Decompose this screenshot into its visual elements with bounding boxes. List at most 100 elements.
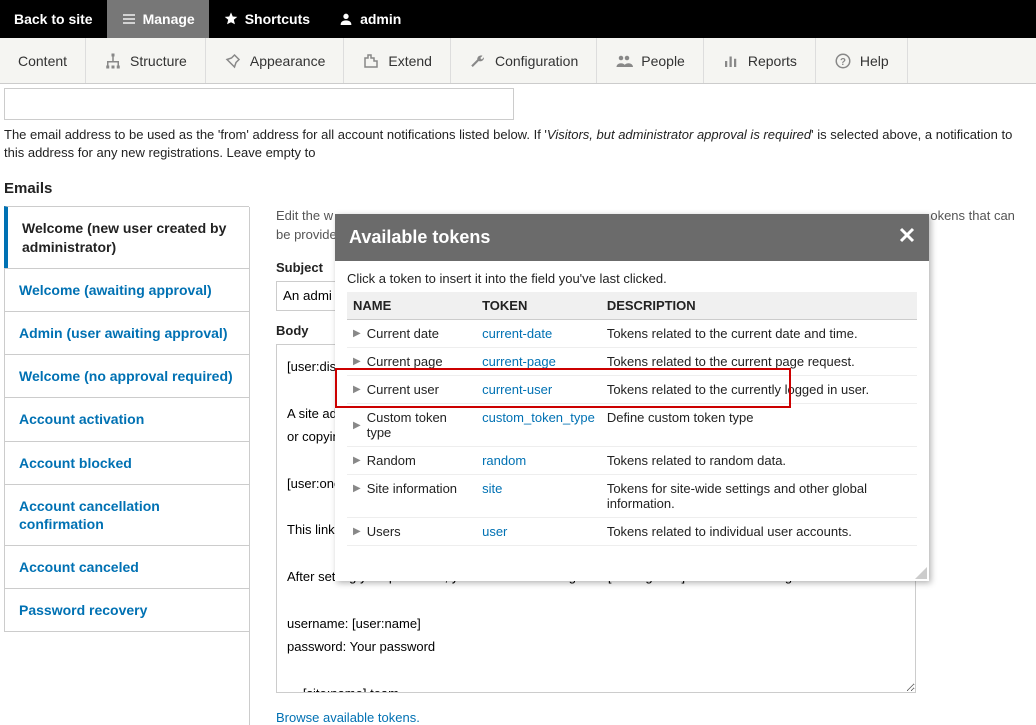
tab-label: Structure	[130, 53, 187, 69]
reports-icon	[722, 52, 740, 70]
tab-appearance[interactable]: Appearance	[206, 38, 345, 83]
token-name-text: Current user	[367, 382, 439, 397]
token-desc: Tokens related to the current date and t…	[601, 320, 917, 348]
user-menu[interactable]: admin	[324, 0, 415, 38]
modal-body: Click a token to insert it into the fiel…	[335, 261, 929, 581]
help-pre: The email address to be used as the 'fro…	[4, 127, 547, 142]
expand-icon[interactable]: ▶	[353, 483, 361, 494]
admin-tabs: Content Structure Appearance Extend Conf…	[0, 38, 1036, 84]
help-em: Visitors, but administrator approval is …	[547, 127, 811, 142]
token-link[interactable]: user	[482, 524, 507, 539]
page-content: The email address to be used as the 'fro…	[0, 84, 1036, 725]
expand-icon[interactable]: ▶	[353, 356, 361, 367]
expand-icon[interactable]: ▶	[353, 328, 361, 339]
svg-text:?: ?	[840, 56, 846, 67]
browse-tokens-link[interactable]: Browse available tokens.	[276, 710, 420, 725]
token-desc: Tokens for site-wide settings and other …	[601, 475, 917, 518]
token-row[interactable]: ▶ Current page current-page Tokens related …	[347, 348, 917, 376]
tab-label: Appearance	[250, 53, 326, 69]
tab-label: Content	[18, 53, 67, 69]
expand-icon[interactable]: ▶	[353, 526, 361, 537]
vtab-admin-awaiting[interactable]: Admin (user awaiting approval)	[4, 311, 249, 355]
resize-handle[interactable]	[915, 567, 927, 579]
token-desc: Tokens related to the current page reque…	[601, 348, 917, 376]
manage-label: Manage	[143, 11, 195, 27]
token-link[interactable]: current-user	[482, 382, 552, 397]
people-icon	[615, 52, 633, 70]
tokens-modal: Available tokens Click a token to insert…	[335, 214, 929, 581]
vtab-welcome-noapproval[interactable]: Welcome (no approval required)	[4, 354, 249, 398]
shortcuts-label: Shortcuts	[245, 11, 310, 27]
token-row[interactable]: ▶ Users user Tokens related to individual u…	[347, 518, 917, 546]
tab-content[interactable]: Content	[0, 38, 86, 83]
col-desc: DESCRIPTION	[601, 292, 917, 320]
vtab-password-recovery[interactable]: Password recovery	[4, 588, 249, 632]
token-name-text: Site information	[367, 481, 457, 496]
token-name-text: Users	[367, 524, 401, 539]
token-name-text: Custom token type	[367, 410, 470, 440]
user-icon	[338, 11, 354, 27]
modal-header: Available tokens	[335, 214, 929, 261]
token-link[interactable]: site	[482, 481, 502, 496]
appearance-icon	[224, 52, 242, 70]
token-link[interactable]: current-date	[482, 326, 552, 341]
token-desc: Tokens related to random data.	[601, 447, 917, 475]
token-row[interactable]: ▶ Current user current-user Tokens related …	[347, 376, 917, 404]
shortcuts-menu[interactable]: Shortcuts	[209, 0, 324, 38]
col-token: TOKEN	[476, 292, 601, 320]
expand-icon[interactable]: ▶	[353, 384, 361, 395]
vtab-activation[interactable]: Account activation	[4, 397, 249, 441]
tab-label: Extend	[388, 53, 432, 69]
token-desc: Define custom token type	[601, 404, 917, 447]
tab-label: People	[641, 53, 685, 69]
tab-reports[interactable]: Reports	[704, 38, 816, 83]
back-to-site[interactable]: Back to site	[0, 0, 107, 38]
hamburger-icon	[121, 11, 137, 27]
tab-configuration[interactable]: Configuration	[451, 38, 597, 83]
star-icon	[223, 11, 239, 27]
vtab-welcome-awaiting[interactable]: Welcome (awaiting approval)	[4, 268, 249, 312]
emails-heading: Emails	[4, 180, 1032, 197]
token-link[interactable]: current-page	[482, 354, 556, 369]
notification-email-input[interactable]	[4, 88, 514, 120]
tab-extend[interactable]: Extend	[344, 38, 451, 83]
tab-help[interactable]: ? Help	[816, 38, 908, 83]
manage-menu[interactable]: Manage	[107, 0, 209, 38]
help-icon: ?	[834, 52, 852, 70]
token-link[interactable]: custom_token_type	[482, 410, 595, 425]
token-name-text: Current page	[367, 354, 443, 369]
vtab-blocked[interactable]: Account blocked	[4, 441, 249, 485]
vtab-cancel-confirm[interactable]: Account cancellation confirmation	[4, 484, 249, 546]
tab-label: Reports	[748, 53, 797, 69]
structure-icon	[104, 52, 122, 70]
tab-people[interactable]: People	[597, 38, 704, 83]
token-desc: Tokens related to individual user accoun…	[601, 518, 917, 546]
vtab-welcome-admin[interactable]: Welcome (new user created by administrat…	[4, 206, 249, 268]
col-name: NAME	[347, 292, 476, 320]
expand-icon[interactable]: ▶	[353, 420, 361, 431]
modal-hint: Click a token to insert it into the fiel…	[347, 271, 917, 286]
tab-label: Help	[860, 53, 889, 69]
expand-icon[interactable]: ▶	[353, 455, 361, 466]
token-link[interactable]: random	[482, 453, 526, 468]
token-desc: Tokens related to the currently logged i…	[601, 376, 917, 404]
token-row[interactable]: ▶ Current date current-date Tokens related …	[347, 320, 917, 348]
tokens-table: NAME TOKEN DESCRIPTION ▶ Current date curr…	[347, 292, 917, 546]
vtab-canceled[interactable]: Account canceled	[4, 545, 249, 589]
extend-icon	[362, 52, 380, 70]
tab-label: Configuration	[495, 53, 578, 69]
token-name-text: Random	[367, 453, 416, 468]
modal-title: Available tokens	[349, 227, 490, 248]
wrench-icon	[469, 52, 487, 70]
token-row[interactable]: ▶ Random random Tokens related to random da…	[347, 447, 917, 475]
help-text: The email address to be used as the 'fro…	[4, 126, 1032, 162]
token-row[interactable]: ▶ Site information site Tokens for site-wid…	[347, 475, 917, 518]
token-row[interactable]: ▶ Custom token type custom_token_type Defin…	[347, 404, 917, 447]
token-name-text: Current date	[367, 326, 439, 341]
modal-close-button[interactable]	[899, 226, 915, 249]
desc-pre: Edit the w	[276, 208, 333, 223]
close-icon	[899, 227, 915, 243]
admin-label: admin	[360, 11, 401, 27]
tab-structure[interactable]: Structure	[86, 38, 206, 83]
vertical-tabs: Welcome (new user created by administrat…	[4, 207, 250, 725]
